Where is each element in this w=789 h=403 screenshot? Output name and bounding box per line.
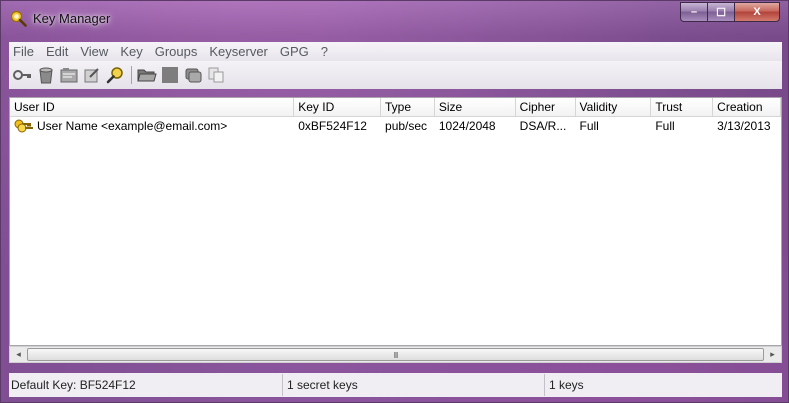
maximize-icon: ☐ bbox=[716, 6, 726, 19]
trash-icon bbox=[39, 67, 53, 84]
properties-icon bbox=[60, 68, 78, 83]
cell-creation: 3/13/2013 bbox=[717, 119, 771, 133]
toolbar-save-button[interactable] bbox=[159, 64, 181, 86]
save-icon bbox=[162, 67, 178, 83]
toolbar-paste-button[interactable] bbox=[205, 64, 227, 86]
caption-buttons: – ☐ X bbox=[680, 2, 780, 22]
status-default-key: Default Key: BF524F12 bbox=[9, 374, 283, 396]
column-header-key-id[interactable]: Key ID bbox=[294, 98, 382, 117]
toolbar-open-button[interactable] bbox=[136, 64, 158, 86]
key-list[interactable]: User ID Key ID Type Size Cipher Validity… bbox=[9, 97, 782, 346]
toolbar-sign-button[interactable] bbox=[81, 64, 103, 86]
paste-icon bbox=[208, 67, 224, 83]
toolbar-copy-button[interactable] bbox=[182, 64, 204, 86]
status-bar: Default Key: BF524F12 1 secret keys 1 ke… bbox=[9, 373, 782, 397]
app-key-magnifier-icon bbox=[10, 10, 27, 27]
window-title: Key Manager bbox=[33, 11, 111, 26]
toolbar-key-button[interactable] bbox=[12, 64, 34, 86]
toolbar-properties-button[interactable] bbox=[58, 64, 80, 86]
column-header-type[interactable]: Type bbox=[381, 98, 435, 117]
column-header-cipher[interactable]: Cipher bbox=[516, 98, 576, 117]
scroll-right-button[interactable]: ▸ bbox=[764, 347, 781, 362]
column-header-row: User ID Key ID Type Size Cipher Validity… bbox=[10, 98, 781, 117]
column-header-validity[interactable]: Validity bbox=[576, 98, 652, 117]
toolbar bbox=[9, 61, 782, 89]
chevron-left-icon: ◂ bbox=[16, 349, 21, 359]
cell-trust: Full bbox=[655, 119, 675, 133]
cell-type: pub/sec bbox=[385, 119, 428, 133]
menu-edit[interactable]: Edit bbox=[40, 44, 74, 59]
key-manager-window: Key Manager – ☐ X File Edit View Key Gro… bbox=[0, 0, 789, 403]
horizontal-scrollbar[interactable]: ◂ III ▸ bbox=[9, 346, 782, 363]
scroll-left-button[interactable]: ◂ bbox=[10, 347, 27, 362]
menu-keyserver[interactable]: Keyserver bbox=[203, 44, 274, 59]
cell-cipher: DSA/R... bbox=[519, 119, 567, 133]
close-button[interactable]: X bbox=[734, 2, 780, 22]
minimize-icon: – bbox=[690, 6, 698, 18]
copy-icon bbox=[185, 68, 202, 83]
status-keys: 1 keys bbox=[549, 378, 584, 392]
search-icon bbox=[106, 67, 123, 84]
minimize-button[interactable]: – bbox=[680, 2, 707, 22]
chevron-right-icon: ▸ bbox=[770, 349, 775, 359]
column-header-size[interactable]: Size bbox=[435, 98, 516, 117]
cell-validity: Full bbox=[579, 119, 599, 133]
scroll-grip: III bbox=[393, 351, 399, 360]
menu-view[interactable]: View bbox=[74, 44, 114, 59]
menu-key[interactable]: Key bbox=[114, 44, 148, 59]
menu-gpg[interactable]: GPG bbox=[274, 44, 315, 59]
table-row[interactable]: User Name <example@email.com> 0xBF524F12… bbox=[10, 117, 781, 135]
column-header-user-id[interactable]: User ID bbox=[10, 98, 295, 117]
scroll-thumb[interactable]: III bbox=[27, 348, 764, 361]
cell-size: 1024/2048 bbox=[438, 119, 496, 133]
close-icon: X bbox=[753, 6, 761, 18]
maximize-button[interactable]: ☐ bbox=[707, 2, 734, 22]
menu-help[interactable]: ? bbox=[315, 44, 334, 59]
toolbar-search-button[interactable] bbox=[104, 64, 126, 86]
cell-key-id: 0xBF524F12 bbox=[298, 119, 367, 133]
cell-user-id: User Name <example@email.com> bbox=[10, 117, 294, 135]
menu-groups[interactable]: Groups bbox=[149, 44, 204, 59]
menu-bar: File Edit View Key Groups Keyserver GPG … bbox=[9, 42, 782, 61]
column-header-creation[interactable]: Creation bbox=[713, 98, 781, 117]
open-folder-icon bbox=[137, 69, 157, 82]
toolbar-separator bbox=[131, 66, 132, 84]
column-header-trust[interactable]: Trust bbox=[651, 98, 714, 117]
key-icon bbox=[13, 70, 31, 80]
toolbar-delete-button[interactable] bbox=[35, 64, 57, 86]
status-secret-keys: 1 secret keys bbox=[283, 374, 545, 396]
menu-file[interactable]: File bbox=[9, 44, 40, 59]
user-id-text: User Name <example@email.com> bbox=[37, 119, 228, 133]
sign-icon bbox=[84, 68, 99, 83]
key-pair-icon bbox=[14, 119, 34, 135]
title-bar[interactable]: Key Manager – ☐ X bbox=[1, 1, 788, 37]
